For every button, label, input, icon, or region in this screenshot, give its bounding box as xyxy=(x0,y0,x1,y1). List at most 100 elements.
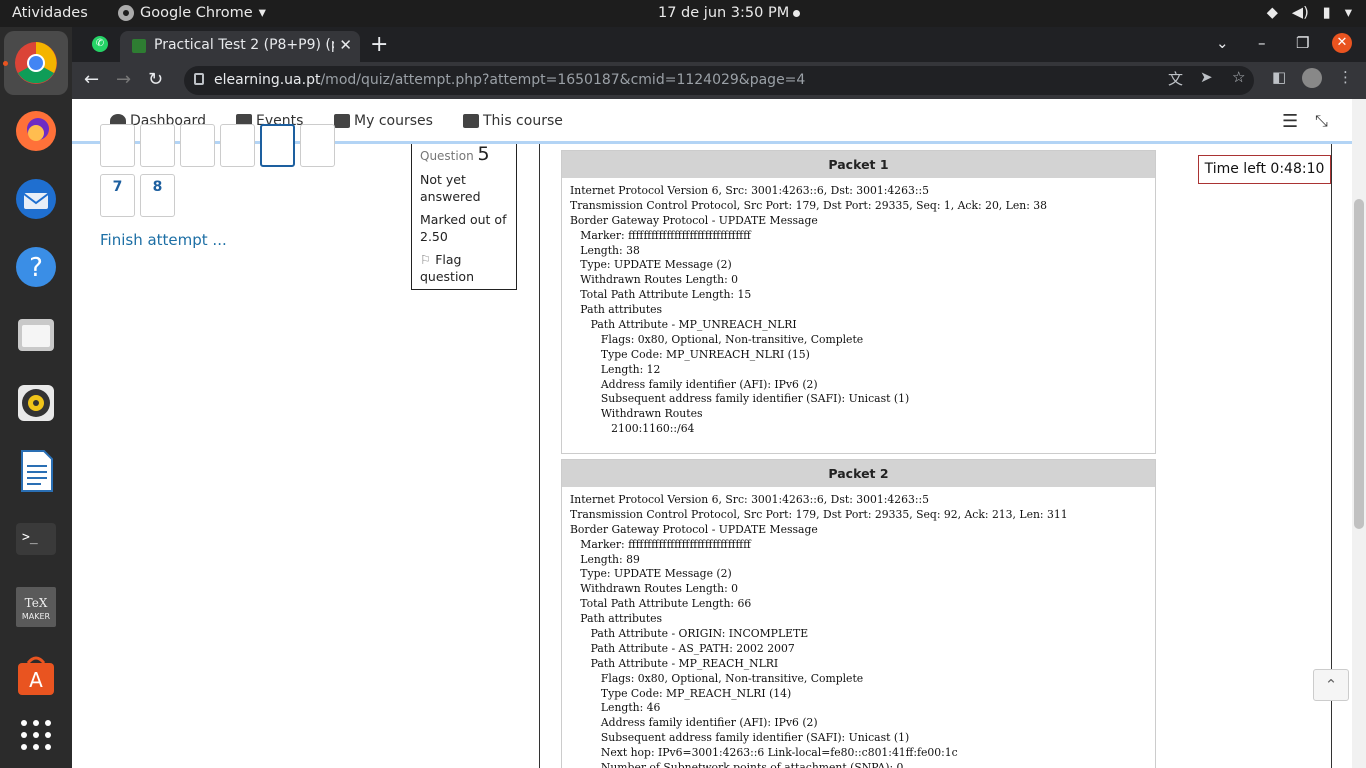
block-toggle-icon[interactable]: ☰ xyxy=(1282,111,1298,132)
question-grade: Marked out of 2.50 xyxy=(420,212,507,244)
firefox-icon[interactable] xyxy=(12,107,60,155)
address-bar[interactable]: elearning.ua.pt/mod/quiz/attempt.php?att… xyxy=(184,66,1254,95)
software-icon[interactable]: A xyxy=(12,651,60,699)
notification-dot-icon xyxy=(793,10,800,17)
tab-title: Practical Test 2 (P8+P9) (p xyxy=(154,37,334,53)
packet-detail-line: Border Gateway Protocol - UPDATE Message xyxy=(570,213,818,227)
packet-detail-line: Length: 38 xyxy=(570,243,640,257)
bookmark-star-icon[interactable]: ☆ xyxy=(1232,68,1245,86)
packet-detail-line: Internet Protocol Version 6, Src: 3001:4… xyxy=(570,184,930,197)
texmaker-icon[interactable]: TeX MAKER xyxy=(12,583,60,631)
extensions-icon[interactable]: ◧ xyxy=(1272,68,1286,86)
app-grid-icon[interactable] xyxy=(12,711,60,759)
nav-this-course[interactable]: This course xyxy=(463,113,563,129)
packet-title: Packet 2 xyxy=(562,460,1155,487)
running-indicator xyxy=(3,61,8,66)
quiz-nav-button-7[interactable]: 7 xyxy=(100,174,135,217)
question-number: Question 5 xyxy=(420,143,490,165)
forward-button[interactable]: → xyxy=(116,69,131,90)
activities-button[interactable]: Atividades xyxy=(12,5,88,21)
packet-details: Internet Protocol Version 6, Src: 3001:4… xyxy=(562,178,1155,441)
packet-detail-line: Type: UPDATE Message (2) xyxy=(570,258,732,272)
packet-detail-line: Next hop: IPv6=3001:4263::6 Link-local=f… xyxy=(570,746,958,760)
packet-detail-line: Length: 89 xyxy=(570,552,640,566)
packet-detail-line: Length: 12 xyxy=(570,362,661,376)
finish-attempt-link[interactable]: Finish attempt ... xyxy=(100,231,227,249)
menu-kebab-icon[interactable]: ⋮ xyxy=(1338,68,1353,86)
question-content-border-left xyxy=(539,144,540,768)
app-menu[interactable]: Google Chrome ▾ xyxy=(118,5,266,21)
quiz-nav-button-8[interactable]: 8 xyxy=(140,174,175,217)
app-menu-label: Google Chrome xyxy=(140,5,253,21)
scrollbar-thumb[interactable] xyxy=(1354,199,1364,529)
svg-text:A: A xyxy=(29,668,43,692)
packet-detail-line: Withdrawn Routes xyxy=(570,407,703,421)
quiz-nav-button[interactable] xyxy=(300,124,335,167)
dock: ? >_ TeX MAKER A xyxy=(0,27,72,768)
tab-strip: ✆ Practical Test 2 (P8+P9) (p ✕ + ⌄ – ❐ … xyxy=(72,27,1366,62)
back-to-top-button[interactable]: ⌃ xyxy=(1313,669,1349,701)
thunderbird-icon[interactable] xyxy=(12,175,60,223)
packet-detail-line: Subsequent address family identifier (SA… xyxy=(570,392,910,406)
quiz-nav-button[interactable] xyxy=(220,124,255,167)
packet-detail-line: Path Attribute - MP_REACH_NLRI xyxy=(570,656,779,670)
translate-icon[interactable]: 文 xyxy=(1168,68,1183,89)
packet-detail-line: Type Code: MP_UNREACH_NLRI (15) xyxy=(570,347,810,361)
tab-practical-test[interactable]: Practical Test 2 (P8+P9) (p ✕ xyxy=(120,31,360,62)
packet-detail-line: Marker: ffffffffffffffffffffffffffffffff xyxy=(570,537,751,551)
quiz-nav-button[interactable] xyxy=(180,124,215,167)
wifi-icon: ◆ xyxy=(1266,5,1278,21)
packet-detail-line: Internet Protocol Version 6, Src: 3001:4… xyxy=(570,493,930,506)
packet-detail-line: Withdrawn Routes Length: 0 xyxy=(570,582,739,596)
terminal-icon[interactable]: >_ xyxy=(12,515,60,563)
collapse-icon[interactable]: ⤡ xyxy=(1315,111,1328,131)
browser-toolbar: ← → ↻ elearning.ua.pt/mod/quiz/attempt.p… xyxy=(72,62,1366,99)
page-scrollbar[interactable] xyxy=(1352,99,1366,768)
quiz-nav-button-current[interactable] xyxy=(260,124,295,167)
packet-detail-line: Withdrawn Routes Length: 0 xyxy=(570,273,739,287)
reload-button[interactable]: ↻ xyxy=(148,69,163,90)
help-icon[interactable]: ? xyxy=(12,243,60,291)
lock-icon xyxy=(194,73,204,85)
flag-icon: ⚐ xyxy=(420,252,432,267)
tab-search-icon[interactable]: ⌄ xyxy=(1216,34,1229,52)
new-tab-button[interactable]: + xyxy=(370,32,388,57)
question-info-panel: Question 5 Not yet answered Marked out o… xyxy=(411,143,517,290)
rhythmbox-icon[interactable] xyxy=(12,379,60,427)
battery-icon: ▮ xyxy=(1322,5,1331,21)
close-tab-icon[interactable]: ✕ xyxy=(339,36,352,54)
volume-icon: ◀) xyxy=(1291,5,1309,21)
briefcase-icon xyxy=(334,114,350,128)
clock[interactable]: 17 de jun 3:50 PM xyxy=(658,5,789,21)
quiz-nav-button[interactable] xyxy=(100,124,135,167)
quiz-nav-button[interactable] xyxy=(140,124,175,167)
packet-detail-line: Type Code: MP_REACH_NLRI (14) xyxy=(570,686,792,700)
packet-panel: Packet 2 Internet Protocol Version 6, Sr… xyxy=(561,459,1156,768)
packet-detail-line: Total Path Attribute Length: 15 xyxy=(570,288,752,302)
packet-detail-line: Path attributes xyxy=(570,303,663,317)
close-window-button[interactable]: ✕ xyxy=(1332,33,1352,53)
minimize-button[interactable]: – xyxy=(1258,34,1266,52)
packet-detail-line: Path Attribute - AS_PATH: 2002 2007 xyxy=(570,641,795,655)
packet-detail-line: Border Gateway Protocol - UPDATE Message xyxy=(570,522,818,536)
writer-icon[interactable] xyxy=(12,447,60,495)
maximize-button[interactable]: ❐ xyxy=(1296,34,1309,52)
nav-my-courses[interactable]: My courses xyxy=(334,113,433,129)
back-button[interactable]: ← xyxy=(84,69,99,90)
packet-detail-line: Path Attribute - MP_UNREACH_NLRI xyxy=(570,318,797,332)
send-icon[interactable]: ➤ xyxy=(1200,68,1213,86)
packet-detail-line: Address family identifier (AFI): IPv6 (2… xyxy=(570,716,818,730)
svg-text:TeX: TeX xyxy=(25,596,48,610)
packet-detail-line: Transmission Control Protocol, Src Port:… xyxy=(570,507,1068,521)
packet-detail-line: Subsequent address family identifier (SA… xyxy=(570,731,910,745)
svg-text:?: ? xyxy=(29,253,43,283)
profile-avatar[interactable] xyxy=(1302,68,1322,88)
files-icon[interactable] xyxy=(12,311,60,359)
chrome-icon xyxy=(118,5,134,21)
system-tray[interactable]: ◆ ◀) ▮ ▾ xyxy=(1267,5,1352,21)
whatsapp-pinned-tab-icon[interactable]: ✆ xyxy=(92,36,108,52)
packet-detail-line: Number of Subnetwork points of attachmen… xyxy=(570,761,904,768)
flag-question-button[interactable]: ⚐ Flag question xyxy=(420,251,508,285)
packet-detail-line: Flags: 0x80, Optional, Non-transitive, C… xyxy=(570,332,864,346)
chrome-icon[interactable] xyxy=(12,39,60,87)
